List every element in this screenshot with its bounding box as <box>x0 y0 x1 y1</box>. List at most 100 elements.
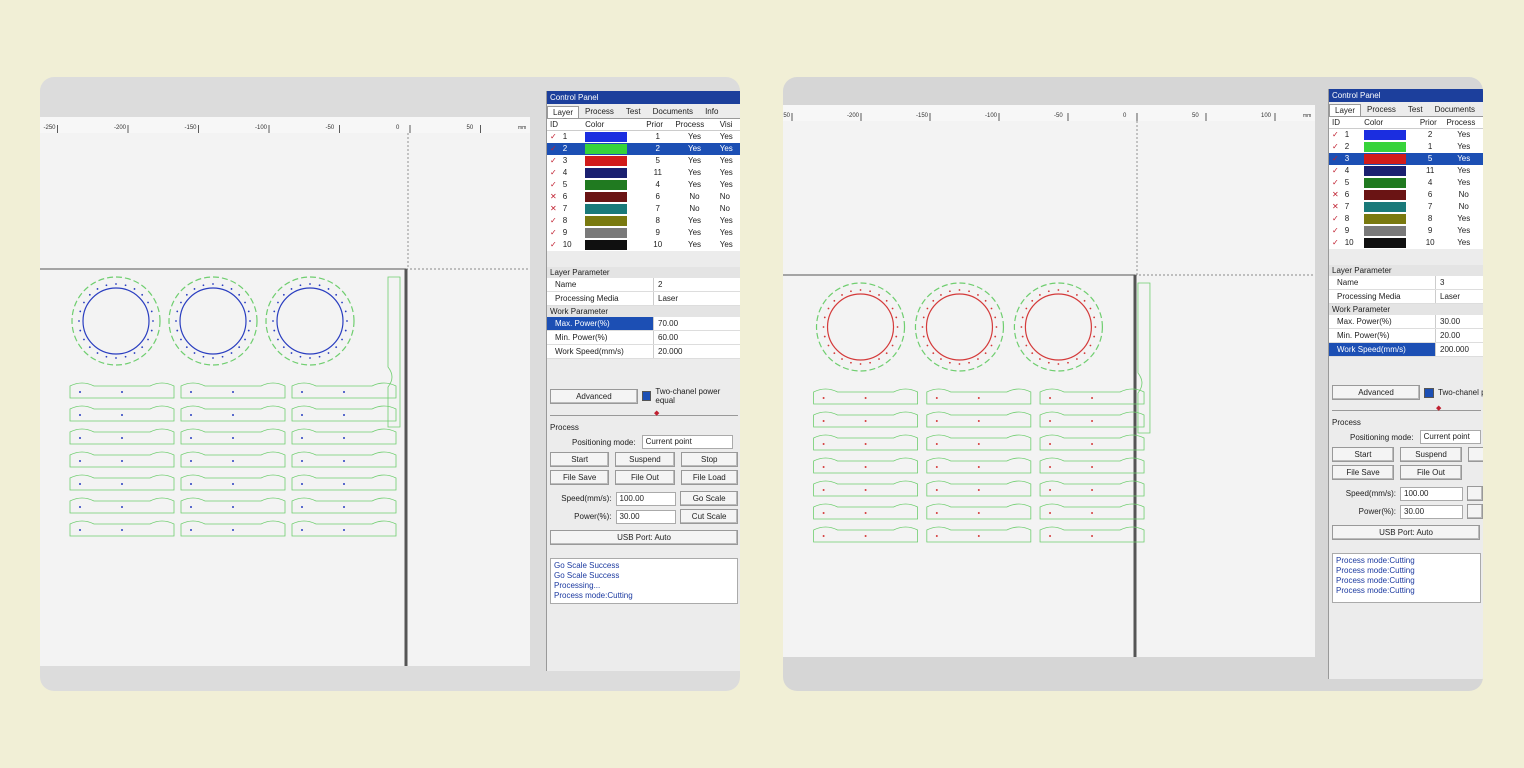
layer-prior[interactable]: 2 <box>1417 129 1444 142</box>
start-button[interactable]: Start <box>1332 447 1394 462</box>
layer-color-swatch[interactable] <box>1364 165 1407 176</box>
power-input[interactable]: 30.00 <box>615 509 677 524</box>
layer-color-cell[interactable] <box>582 143 644 155</box>
checkmark-icon[interactable]: ✓ <box>550 132 557 141</box>
layer-color-cell[interactable] <box>582 227 643 239</box>
layer-process[interactable]: Yes <box>672 239 716 251</box>
tab-process[interactable]: Process <box>579 105 620 118</box>
layer-row[interactable]: ✓ 3 5 Yes Yes <box>547 155 740 167</box>
tab-layer[interactable]: Layer <box>1329 104 1362 116</box>
checkmark-icon[interactable]: ✓ <box>1332 238 1339 247</box>
layer-color-cell[interactable] <box>582 239 643 251</box>
layer-visible[interactable]: Yes <box>717 179 740 191</box>
slider-handle-icon[interactable]: ◆ <box>654 410 659 417</box>
layer-color-cell[interactable] <box>582 155 643 167</box>
checkmark-icon[interactable]: ✓ <box>550 144 557 153</box>
layer-process[interactable]: Yes <box>672 227 716 239</box>
work-speed-value[interactable]: 20.000 <box>654 345 682 358</box>
layer-visible[interactable]: Yes <box>717 155 740 167</box>
suspend-button[interactable]: Suspend <box>1400 447 1462 462</box>
tab-process[interactable]: Process <box>1361 103 1402 116</box>
tab-test[interactable]: Test <box>1402 103 1429 116</box>
power-slider[interactable]: ◆ <box>1332 404 1481 412</box>
cross-icon[interactable]: ✕ <box>550 204 557 213</box>
name-value[interactable]: 3 <box>1436 276 1444 289</box>
layer-color-cell[interactable] <box>1361 189 1417 201</box>
layer-visible[interactable]: No <box>717 203 740 215</box>
layer-color-swatch[interactable] <box>585 179 628 190</box>
tab-documents[interactable]: Documents <box>647 105 699 118</box>
layer-color-cell[interactable] <box>582 191 643 203</box>
checkmark-icon[interactable]: ✓ <box>550 156 557 165</box>
layer-row[interactable]: ✓ 3 5 Yes <box>1329 153 1483 165</box>
tab-documents[interactable]: Documents <box>1429 103 1481 116</box>
layer-prior[interactable]: 1 <box>643 131 672 144</box>
layer-row[interactable]: ✓ 4 11 Yes Yes <box>547 167 740 179</box>
layer-process[interactable]: Yes <box>1443 237 1483 249</box>
layer-color-cell[interactable] <box>582 167 643 179</box>
layer-row[interactable]: ✓ 10 10 Yes <box>1329 237 1483 249</box>
layer-color-swatch[interactable] <box>585 167 628 178</box>
layer-color-cell[interactable] <box>1361 141 1417 153</box>
layer-row[interactable]: ✓ 2 2 Yes Yes <box>547 143 740 155</box>
stop-button[interactable]: Stop <box>680 452 738 467</box>
min-power-value[interactable]: 60.00 <box>654 331 678 344</box>
work-speed-value[interactable]: 200.000 <box>1436 343 1469 356</box>
positioning-select[interactable]: Current point <box>1419 430 1481 444</box>
speed-input[interactable]: 100.00 <box>615 491 677 506</box>
layer-prior[interactable]: 7 <box>643 203 672 215</box>
layer-color-swatch[interactable] <box>585 203 628 214</box>
file-save-button[interactable]: File Save <box>550 470 610 485</box>
layer-prior[interactable]: 8 <box>1417 213 1444 225</box>
layer-visible[interactable]: Yes <box>716 143 740 155</box>
layer-color-swatch[interactable] <box>1364 237 1407 248</box>
layer-color-cell[interactable] <box>1361 165 1417 177</box>
layer-process[interactable]: Yes <box>1443 165 1483 177</box>
layer-visible[interactable]: Yes <box>717 215 740 227</box>
layer-process[interactable]: Yes <box>1443 177 1483 189</box>
layer-color-cell[interactable] <box>1361 225 1417 237</box>
checkmark-icon[interactable]: ✓ <box>550 228 557 237</box>
layer-process[interactable]: No <box>1443 189 1483 201</box>
layer-color-cell[interactable] <box>1361 201 1417 213</box>
layer-color-swatch[interactable] <box>1364 153 1407 164</box>
cross-icon[interactable]: ✕ <box>1332 190 1339 199</box>
layer-row[interactable]: ✕ 7 7 No <box>1329 201 1483 213</box>
slider-handle-icon[interactable]: ◆ <box>1436 405 1441 412</box>
layer-visible[interactable]: No <box>717 191 740 203</box>
layer-color-cell[interactable] <box>1361 213 1417 225</box>
layer-color-swatch[interactable] <box>585 239 628 250</box>
layer-color-cell[interactable] <box>1361 237 1417 249</box>
layer-color-swatch[interactable] <box>1364 129 1407 140</box>
positioning-select[interactable]: Current point <box>641 435 733 449</box>
layer-process[interactable]: Yes <box>672 215 716 227</box>
media-value[interactable]: Laser <box>654 292 678 305</box>
cut-scale-button[interactable]: Cut Scale <box>680 509 739 524</box>
max-power-value[interactable]: 30.00 <box>1436 315 1460 328</box>
layer-prior[interactable]: 1 <box>1417 141 1444 153</box>
layer-prior[interactable]: 8 <box>643 215 672 227</box>
layer-prior[interactable]: 4 <box>1417 177 1444 189</box>
tab-layer[interactable]: Layer <box>547 106 580 118</box>
layer-prior[interactable]: 9 <box>643 227 672 239</box>
layer-process[interactable]: No <box>1443 201 1483 213</box>
usb-port-button[interactable]: USB Port: Auto <box>550 530 738 545</box>
layer-row[interactable]: ✕ 6 6 No No <box>547 191 740 203</box>
checkmark-icon[interactable]: ✓ <box>550 180 557 189</box>
layer-row[interactable]: ✓ 1 1 Yes Yes <box>547 131 740 144</box>
layer-row[interactable]: ✓ 5 4 Yes Yes <box>547 179 740 191</box>
layer-color-cell[interactable] <box>582 215 643 227</box>
layer-process[interactable]: Yes <box>1443 141 1483 153</box>
layer-prior[interactable]: 9 <box>1417 225 1444 237</box>
layer-color-swatch[interactable] <box>585 191 628 202</box>
layer-color-cell[interactable] <box>582 131 643 144</box>
power-slider[interactable]: ◆ <box>550 409 738 417</box>
tab-test[interactable]: Test <box>620 105 647 118</box>
layer-visible[interactable]: Yes <box>717 239 740 251</box>
cross-icon[interactable]: ✕ <box>550 192 557 201</box>
layer-process[interactable]: Yes <box>1443 129 1483 142</box>
layer-color-swatch[interactable] <box>1364 189 1407 200</box>
layer-color-swatch[interactable] <box>585 131 628 142</box>
checkmark-icon[interactable]: ✓ <box>1332 226 1339 235</box>
media-value[interactable]: Laser <box>1436 290 1460 303</box>
